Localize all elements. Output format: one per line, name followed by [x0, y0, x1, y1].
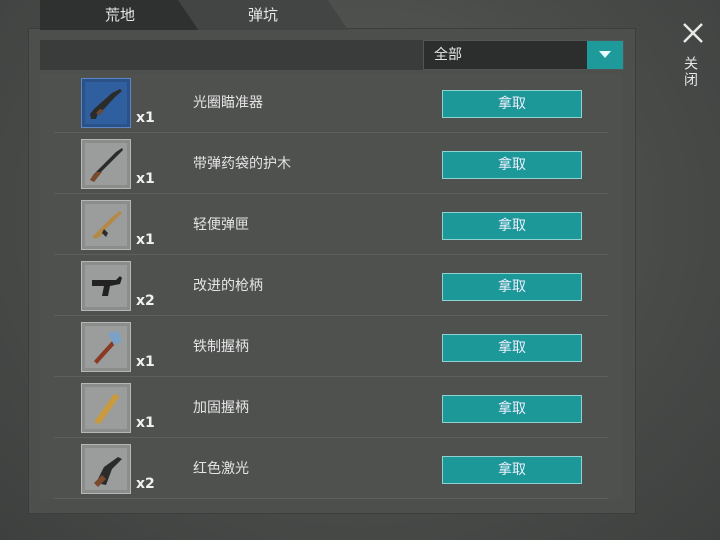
rifle-icon [90, 148, 123, 182]
tab-wasteland[interactable]: 荒地 [40, 0, 200, 30]
take-button[interactable]: 拿取 [442, 90, 582, 118]
item-quantity: x2 [136, 293, 155, 309]
close-icon [683, 23, 703, 43]
item-quantity: x1 [136, 110, 155, 126]
list-item: x1 铁制握柄 拿取 [54, 318, 608, 377]
pistol-icon [94, 457, 122, 487]
item-list[interactable]: x1 光圈瞄准器 拿取 x1 带弹药袋的护木 拿取 x1 轻便弹匣 拿取 x2 … [40, 74, 622, 499]
dropdown-button[interactable] [587, 41, 623, 69]
item-name: 铁制握柄 [193, 339, 249, 355]
list-item: x1 带弹药袋的护木 拿取 [54, 135, 608, 194]
item-name: 带弹药袋的护木 [193, 156, 291, 172]
take-button[interactable]: 拿取 [442, 273, 582, 301]
item-name: 红色激光 [193, 461, 249, 477]
item-thumbnail[interactable] [81, 444, 131, 494]
take-button[interactable]: 拿取 [442, 151, 582, 179]
item-quantity: x1 [136, 171, 155, 187]
smg-icon [92, 276, 122, 296]
item-quantity: x1 [136, 232, 155, 248]
filter-selected-value: 全部 [434, 47, 462, 63]
item-thumbnail[interactable] [81, 139, 131, 189]
take-button[interactable]: 拿取 [442, 395, 582, 423]
close-label[interactable]: 关闭 [682, 56, 700, 88]
take-button[interactable]: 拿取 [442, 212, 582, 240]
take-button[interactable]: 拿取 [442, 456, 582, 484]
item-thumbnail[interactable] [81, 261, 131, 311]
list-item: x1 轻便弹匣 拿取 [54, 196, 608, 255]
close-button[interactable] [682, 22, 704, 44]
item-thumbnail[interactable] [81, 200, 131, 250]
list-item: x2 改进的枪柄 拿取 [54, 257, 608, 316]
chevron-down-icon [599, 51, 611, 58]
item-quantity: x2 [136, 476, 155, 492]
list-item: x1 加固握柄 拿取 [54, 379, 608, 438]
item-thumbnail[interactable] [81, 383, 131, 433]
item-quantity: x1 [136, 354, 155, 370]
list-item: x2 红色激光 拿取 [54, 440, 608, 499]
item-name: 光圈瞄准器 [193, 95, 263, 111]
item-thumbnail[interactable] [81, 322, 131, 372]
item-thumbnail[interactable] [81, 78, 131, 128]
item-name: 加固握柄 [193, 400, 249, 416]
tab-crater[interactable]: 弹坑 [178, 0, 348, 30]
shotgun-icon [90, 89, 122, 119]
list-item: x1 光圈瞄准器 拿取 [54, 74, 608, 133]
filter-dropdown[interactable]: 全部 [423, 40, 624, 70]
item-quantity: x1 [136, 415, 155, 431]
take-button[interactable]: 拿取 [442, 334, 582, 362]
assault-rifle-icon [92, 211, 122, 239]
wooden-plank-icon [94, 394, 120, 424]
sledgehammer-icon [94, 331, 122, 364]
item-name: 轻便弹匣 [193, 217, 249, 233]
item-name: 改进的枪柄 [193, 278, 263, 294]
